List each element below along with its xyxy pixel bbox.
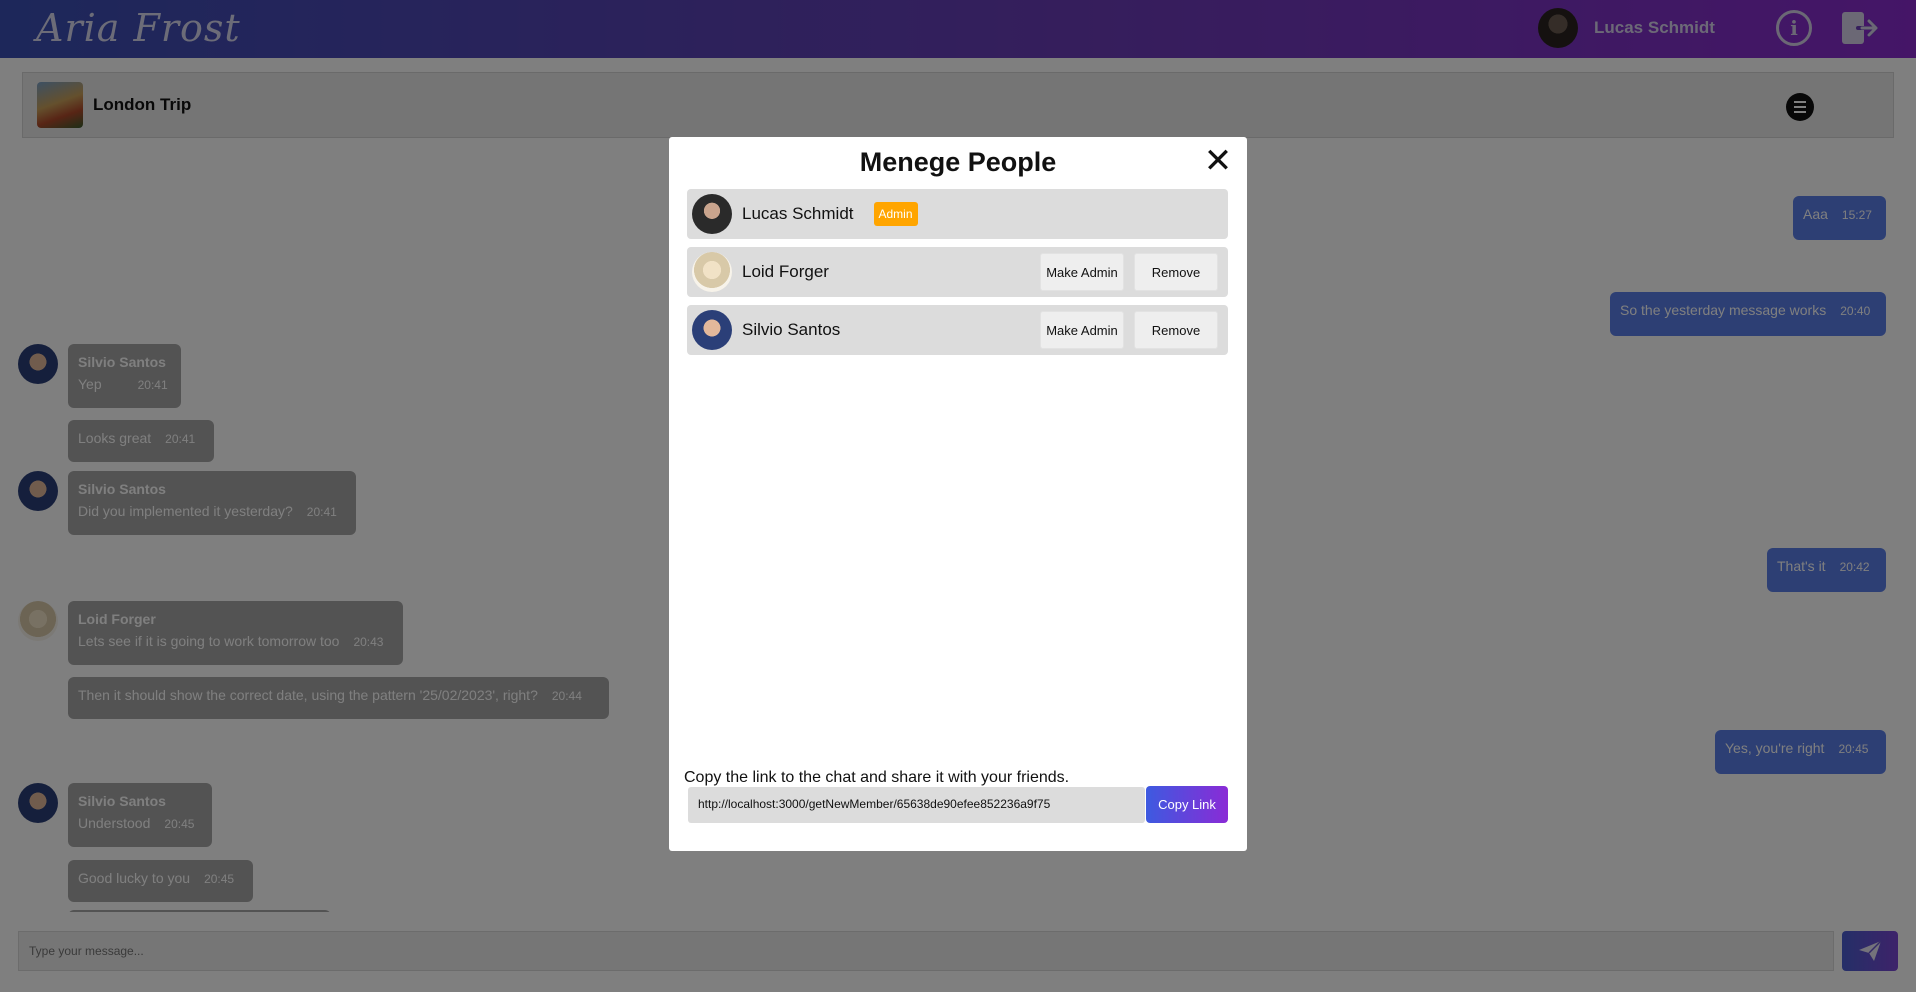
member-name: Silvio Santos	[742, 320, 841, 339]
member-row: Lucas Schmidt Admin	[687, 189, 1228, 239]
member-row: Silvio Santos Make Admin Remove	[687, 305, 1228, 355]
admin-badge: Admin	[873, 202, 918, 226]
copy-link-button[interactable]: Copy Link	[1146, 786, 1228, 823]
remove-button[interactable]: Remove	[1134, 311, 1218, 349]
avatar	[692, 194, 732, 234]
member-name: Loid Forger	[742, 262, 829, 281]
invite-link-field[interactable]: http://localhost:3000/getNewMember/65638…	[688, 787, 1145, 823]
avatar	[692, 310, 732, 350]
make-admin-button[interactable]: Make Admin	[1040, 253, 1124, 291]
member-row: Loid Forger Make Admin Remove	[687, 247, 1228, 297]
remove-button[interactable]: Remove	[1134, 253, 1218, 291]
member-name: Lucas Schmidt	[742, 204, 854, 223]
avatar	[692, 252, 732, 292]
manage-people-modal: Menege People ✕ Lucas Schmidt Admin Loid…	[669, 137, 1247, 851]
close-icon[interactable]: ✕	[1203, 144, 1233, 178]
share-instructions: Copy the link to the chat and share it w…	[684, 769, 1070, 786]
modal-title: Menege People	[859, 147, 1057, 177]
make-admin-button[interactable]: Make Admin	[1040, 311, 1124, 349]
